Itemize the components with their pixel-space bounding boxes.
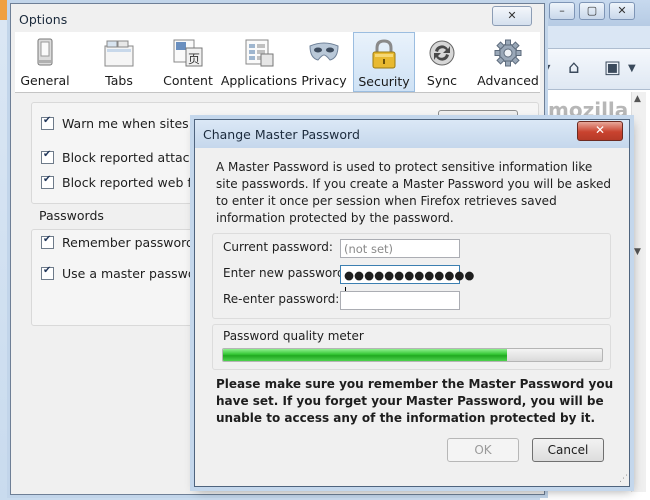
general-icon	[37, 38, 53, 66]
tabs-icon	[104, 40, 134, 67]
tab-security-label: Security	[358, 74, 410, 89]
checkbox-checked-icon[interactable]	[41, 115, 54, 130]
svg-text:页: 页	[188, 52, 200, 66]
cancel-button[interactable]: Cancel	[532, 438, 604, 462]
checkbox-checked-icon[interactable]	[41, 174, 54, 189]
new-password-label: Enter new password:	[223, 266, 349, 280]
gear-icon	[494, 39, 522, 67]
checkbox-checked-icon[interactable]	[41, 234, 54, 249]
master-password-label: Use a master password	[62, 266, 209, 281]
privacy-mask-icon	[309, 42, 339, 61]
options-close-button[interactable]: ✕	[492, 6, 532, 26]
tab-privacy-label: Privacy	[301, 73, 347, 88]
checkbox-checked-icon[interactable]	[41, 149, 54, 164]
applications-icon	[245, 39, 274, 67]
browser-close-button[interactable]: ✕	[609, 2, 635, 20]
dialog-titlebar[interactable]: Change Master Password ✕	[195, 120, 629, 148]
padlock-icon	[372, 39, 396, 69]
tab-advanced[interactable]: Advanced	[477, 32, 539, 90]
tab-advanced-label: Advanced	[477, 73, 539, 88]
tab-sync[interactable]: Sync	[417, 32, 467, 90]
password-quality-group: Password quality meter	[212, 324, 611, 370]
ok-button[interactable]: OK	[447, 438, 519, 462]
password-quality-label: Password quality meter	[223, 329, 364, 343]
current-password-input[interactable]: (not set)	[340, 239, 460, 258]
tab-general-label: General	[20, 73, 70, 88]
passwords-heading: Passwords	[39, 208, 104, 223]
scroll-up-icon[interactable]: ▲	[634, 94, 641, 104]
browser-titlebar: – ▢ ✕	[540, 0, 650, 26]
tab-content-label: Content	[163, 73, 213, 88]
tab-privacy[interactable]: Privacy	[297, 32, 351, 90]
dialog-warning-text: Please make sure you remember the Master…	[216, 377, 614, 425]
reenter-password-input[interactable]	[340, 291, 460, 310]
tab-applications-label: Applications	[220, 73, 298, 88]
change-master-password-dialog: Change Master Password ✕ A Master Passwo…	[194, 119, 630, 487]
bookmarks-star-icon[interactable]: ▣	[604, 57, 621, 78]
browser-minimize-button[interactable]: –	[549, 2, 575, 20]
tab-security[interactable]: Security	[353, 32, 415, 92]
content-icon: 页	[173, 39, 203, 67]
browser-scrollbar[interactable]: ▲ ▼	[631, 92, 646, 492]
dialog-close-button[interactable]: ✕	[577, 121, 623, 141]
current-password-label: Current password:	[223, 240, 333, 254]
home-icon[interactable]: ⌂	[568, 57, 579, 78]
resize-grip-icon[interactable]: ⋰	[619, 474, 628, 484]
password-quality-meter	[222, 348, 603, 362]
dialog-intro-text: A Master Password is used to protect sen…	[216, 160, 611, 225]
tab-content[interactable]: 页 Content	[153, 32, 223, 90]
sync-icon	[429, 40, 455, 66]
tab-applications[interactable]: Applications	[215, 32, 303, 90]
options-tabbar: General Tabs 页 Content Applications Priv…	[15, 32, 540, 93]
master-password-checkbox[interactable]: Use a master password	[41, 265, 209, 282]
bookmarks-dropdown-icon[interactable]: ▼	[628, 63, 636, 74]
new-password-value: ●●●●●●●●●●●●●	[344, 268, 475, 282]
password-quality-fill	[223, 349, 508, 361]
reenter-password-label: Re-enter password:	[223, 292, 340, 306]
options-title: Options	[19, 12, 68, 27]
tab-tabs-label: Tabs	[105, 73, 133, 88]
tab-tabs[interactable]: Tabs	[95, 32, 143, 90]
browser-maximize-button[interactable]: ▢	[579, 2, 605, 20]
new-password-input[interactable]: ●●●●●●●●●●●●●	[340, 265, 474, 300]
tab-sync-label: Sync	[426, 73, 458, 88]
browser-toolbar: ▼ ⌂ ▣ ▼	[540, 48, 650, 90]
scroll-down-icon[interactable]: ▼	[634, 247, 641, 257]
dialog-title: Change Master Password	[203, 127, 360, 142]
tab-general[interactable]: General	[15, 32, 75, 90]
checkbox-checked-icon[interactable]	[41, 265, 54, 280]
